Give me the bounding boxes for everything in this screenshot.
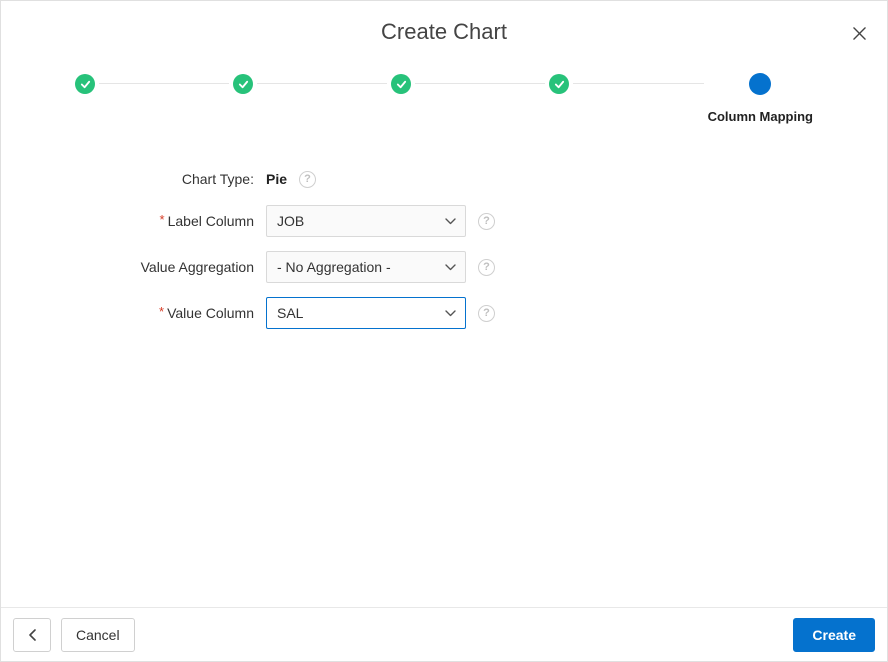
row-label-column: *Label Column JOB ? bbox=[1, 205, 887, 237]
row-value-column: *Value Column SAL ? bbox=[1, 297, 887, 329]
create-button[interactable]: Create bbox=[793, 618, 875, 652]
step-2[interactable] bbox=[229, 74, 257, 126]
check-icon bbox=[391, 74, 411, 94]
label-text: Value Column bbox=[167, 305, 254, 321]
step-4[interactable] bbox=[545, 74, 573, 126]
current-step-icon bbox=[749, 73, 771, 95]
value-column-label: *Value Column bbox=[1, 305, 266, 321]
create-chart-dialog: Create Chart bbox=[0, 0, 888, 662]
footer-left: Cancel bbox=[13, 618, 135, 652]
select-display: SAL bbox=[266, 297, 466, 329]
form-area: Chart Type: Pie ? *Label Column JOB ? Va… bbox=[1, 127, 887, 329]
label-text: Label Column bbox=[168, 213, 254, 229]
label-column-select[interactable]: JOB bbox=[266, 205, 466, 237]
check-icon bbox=[75, 74, 95, 94]
chevron-left-icon bbox=[28, 628, 37, 642]
check-icon bbox=[233, 74, 253, 94]
select-display: - No Aggregation - bbox=[266, 251, 466, 283]
row-chart-type: Chart Type: Pie ? bbox=[1, 167, 887, 191]
chart-type-label: Chart Type: bbox=[1, 171, 266, 187]
row-value-aggregation: Value Aggregation - No Aggregation - ? bbox=[1, 251, 887, 283]
stepper-line bbox=[91, 83, 797, 84]
help-icon[interactable]: ? bbox=[478, 213, 495, 230]
wizard-stepper: Column Mapping bbox=[1, 55, 887, 127]
label-column-label: *Label Column bbox=[1, 213, 266, 229]
value-aggregation-label: Value Aggregation bbox=[1, 259, 266, 275]
required-marker: * bbox=[160, 212, 165, 227]
required-marker: * bbox=[159, 304, 164, 319]
cancel-button[interactable]: Cancel bbox=[61, 618, 135, 652]
chart-type-value: Pie bbox=[266, 167, 287, 191]
dialog-header: Create Chart bbox=[1, 1, 887, 55]
check-icon bbox=[549, 74, 569, 94]
step-1[interactable] bbox=[71, 74, 99, 126]
step-5-column-mapping[interactable]: Column Mapping bbox=[704, 73, 817, 127]
close-icon[interactable] bbox=[849, 23, 869, 43]
help-icon[interactable]: ? bbox=[478, 305, 495, 322]
value-column-select[interactable]: SAL bbox=[266, 297, 466, 329]
step-label: Column Mapping bbox=[708, 109, 813, 127]
dialog-title: Create Chart bbox=[1, 19, 887, 45]
select-display: JOB bbox=[266, 205, 466, 237]
dialog-footer: Cancel Create bbox=[1, 607, 887, 661]
value-aggregation-select[interactable]: - No Aggregation - bbox=[266, 251, 466, 283]
help-icon[interactable]: ? bbox=[299, 171, 316, 188]
back-button[interactable] bbox=[13, 618, 51, 652]
step-3[interactable] bbox=[387, 74, 415, 126]
help-icon[interactable]: ? bbox=[478, 259, 495, 276]
